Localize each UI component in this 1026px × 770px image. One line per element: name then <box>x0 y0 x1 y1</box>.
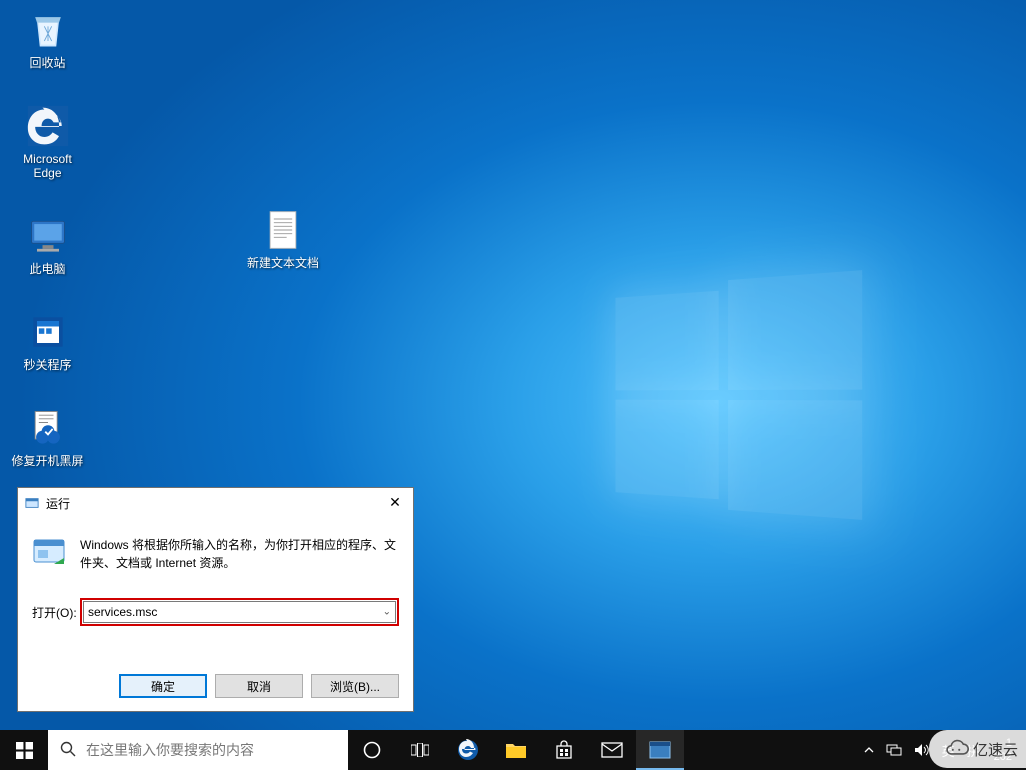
task-view-icon <box>411 743 429 757</box>
run-title-text: 运行 <box>46 495 377 512</box>
computer-icon <box>24 212 72 260</box>
chevron-down-icon[interactable]: ⌄ <box>383 607 391 618</box>
open-value: services.msc <box>88 605 157 619</box>
windows-start-icon <box>16 742 33 759</box>
taskbar: 在这里输入你要搜索的内容 英 拼 1 202 <box>0 730 1026 770</box>
icon-label: 秒关程序 <box>10 358 85 372</box>
network-icon <box>886 743 902 757</box>
taskbar-edge[interactable] <box>444 730 492 770</box>
cortana-button[interactable] <box>348 730 396 770</box>
run-app-icon <box>24 495 40 511</box>
desktop-icon-recycle-bin[interactable]: 回收站 <box>10 6 85 70</box>
store-icon <box>554 740 574 760</box>
run-dialog-buttons: 确定 取消 浏览(B)... <box>18 674 413 698</box>
taskbar-mail[interactable] <box>588 730 636 770</box>
icon-label: 回收站 <box>10 56 85 70</box>
edge-icon <box>456 738 480 762</box>
tool-icon <box>24 308 72 356</box>
desktop-icon-fix[interactable]: 修复开机黑屏 <box>10 404 85 468</box>
run-dialog-body: Windows 将根据你所输入的名称，为你打开相应的程序、文件夹、文档或 Int… <box>18 518 413 626</box>
run-body-icon <box>32 534 70 572</box>
chevron-up-icon <box>864 745 874 755</box>
icon-label: 新建文本文档 <box>238 256 328 270</box>
taskbar-store[interactable] <box>540 730 588 770</box>
tray-chevron-up[interactable] <box>858 730 880 770</box>
desktop-icon-tool[interactable]: 秒关程序 <box>10 308 85 372</box>
desktop-icon-edge[interactable]: Microsoft Edge <box>10 102 85 180</box>
tray-network[interactable] <box>880 730 908 770</box>
search-icon <box>60 741 76 760</box>
cancel-button[interactable]: 取消 <box>215 674 303 698</box>
window-icon <box>649 741 671 759</box>
watermark-badge: 亿速云 <box>929 730 1026 768</box>
close-button[interactable]: ✕ <box>377 489 413 517</box>
open-label: 打开(O): <box>32 604 80 621</box>
icon-label: 修复开机黑屏 <box>10 454 85 468</box>
browse-button[interactable]: 浏览(B)... <box>311 674 399 698</box>
watermark-text: 亿速云 <box>973 739 1018 760</box>
task-view-button[interactable] <box>396 730 444 770</box>
cortana-icon <box>363 741 381 759</box>
taskbar-search[interactable]: 在这里输入你要搜索的内容 <box>48 730 348 770</box>
desktop-icon-textdoc[interactable]: 新建文本文档 <box>238 206 328 270</box>
fix-icon <box>24 404 72 452</box>
run-description: Windows 将根据你所输入的名称，为你打开相应的程序、文件夹、文档或 Int… <box>80 534 399 572</box>
run-dialog: 运行 ✕ Windows 将根据你所输入的名称，为你打开相应的程序、文件夹、文档… <box>17 487 414 712</box>
desktop-icon-this-pc[interactable]: 此电脑 <box>10 212 85 276</box>
start-button[interactable] <box>0 730 48 770</box>
cloud-icon <box>943 739 969 759</box>
open-combobox[interactable]: services.msc ⌄ <box>83 601 396 623</box>
run-dialog-titlebar[interactable]: 运行 ✕ <box>18 488 413 518</box>
text-document-icon <box>259 206 307 254</box>
icon-label: 此电脑 <box>10 262 85 276</box>
folder-icon <box>505 740 527 760</box>
open-field-highlight: services.msc ⌄ <box>80 598 399 626</box>
taskbar-running-app[interactable] <box>636 730 684 770</box>
mail-icon <box>601 742 623 758</box>
ok-button[interactable]: 确定 <box>119 674 207 698</box>
recycle-bin-icon <box>24 6 72 54</box>
icon-label: Microsoft Edge <box>10 152 85 180</box>
search-placeholder: 在这里输入你要搜索的内容 <box>86 740 254 760</box>
volume-icon <box>914 743 930 757</box>
windows-logo-wallpaper <box>616 270 865 520</box>
taskbar-explorer[interactable] <box>492 730 540 770</box>
edge-icon <box>24 102 72 150</box>
